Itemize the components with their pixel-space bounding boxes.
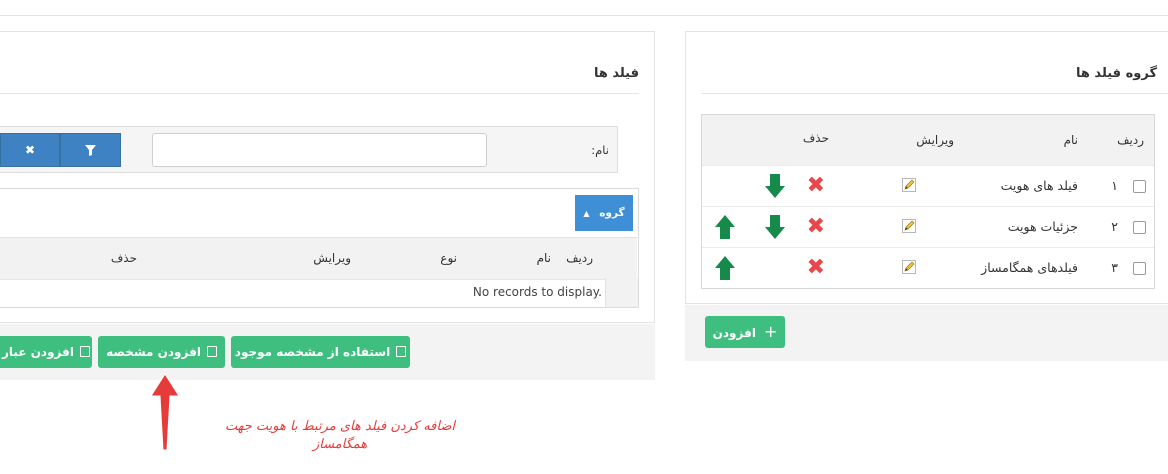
add-property-button[interactable]: افزودن مشخصه	[98, 336, 225, 368]
caret-up-icon: ▲	[583, 209, 590, 218]
header-row-number[interactable]: ردیف	[1117, 121, 1144, 159]
filter-bar: نام: ✖	[0, 126, 618, 173]
table-row[interactable]: ۳ فیلدهای همگامساز ✖	[702, 247, 1154, 289]
row-name: فیلد های هویت	[1000, 178, 1078, 193]
add-property-label: افزودن مشخصه	[106, 345, 201, 359]
document-icon	[396, 346, 407, 357]
delete-icon[interactable]: ✖	[807, 175, 825, 197]
edit-icon[interactable]	[902, 219, 916, 233]
name-filter-input[interactable]	[152, 133, 487, 167]
clear-filter-button[interactable]: ✖	[0, 133, 60, 167]
no-records-message: No records to display.	[472, 285, 602, 299]
add-expression-label: افزودن عبار	[2, 345, 74, 359]
fields-title: فیلد ها	[593, 66, 639, 81]
header-delete: حذف	[802, 131, 829, 145]
header-delete: حذف	[110, 251, 137, 265]
arrow-up-icon[interactable]	[714, 214, 736, 240]
group-toggle-button[interactable]: گروه ▲	[575, 195, 633, 231]
row-checkbox[interactable]	[1133, 221, 1146, 234]
field-groups-footer: + افزودن	[685, 305, 1168, 361]
plus-icon: +	[763, 322, 778, 341]
table-row[interactable]: ۲ جزئیات هویت ✖	[702, 206, 1154, 248]
row-checkbox[interactable]	[1133, 262, 1146, 275]
arrow-up-icon[interactable]	[714, 255, 736, 281]
header-edit: ویرایش	[313, 251, 351, 265]
annotation-note: اضافه کردن فیلد های مرتبط با هویت جهت هم…	[190, 418, 490, 454]
header-row-number[interactable]: ردیف	[566, 239, 593, 277]
delete-icon[interactable]: ✖	[807, 216, 825, 238]
title-divider	[0, 93, 639, 94]
arrow-down-icon[interactable]	[764, 214, 786, 240]
row-number: ۲	[1111, 219, 1118, 234]
annotation-arrow-icon	[150, 373, 180, 451]
annotation-line-1: اضافه کردن فیلد های مرتبط با هویت جهت	[224, 419, 456, 434]
top-bar	[0, 0, 1168, 16]
row-number: ۳	[1111, 260, 1118, 275]
grid-header: ردیف نام ویرایش حذف	[702, 115, 1154, 166]
title-divider	[701, 93, 1168, 94]
arrow-down-icon[interactable]	[764, 173, 786, 199]
edit-icon[interactable]	[902, 260, 916, 274]
close-icon: ✖	[24, 143, 36, 157]
use-existing-label: استفاده از مشخصه موجود	[234, 345, 391, 359]
add-expression-button[interactable]: افزودن عبار	[0, 336, 92, 368]
fields-grid: گروه ▲ ردیف نام نوع ویرایش حذف No record…	[0, 188, 639, 308]
delete-icon[interactable]: ✖	[807, 257, 825, 279]
fields-grid-header: ردیف نام نوع ویرایش حذف	[0, 237, 637, 280]
group-label: گروه	[599, 207, 625, 219]
use-existing-property-button[interactable]: استفاده از مشخصه موجود	[231, 336, 410, 368]
row-name: جزئیات هویت	[1007, 219, 1078, 234]
header-name[interactable]: نام	[1064, 121, 1078, 159]
table-row[interactable]: ۱ فیلد های هویت ✖	[702, 165, 1154, 207]
field-groups-grid: ردیف نام ویرایش حذف ۱ فیلد های هویت ✖ ۲ …	[701, 114, 1155, 289]
add-group-label: افزودن	[712, 326, 756, 340]
grid-row-gutter	[605, 278, 638, 307]
row-name: فیلدهای همگامساز	[981, 260, 1078, 275]
edit-icon[interactable]	[902, 178, 916, 192]
header-type[interactable]: نوع	[440, 239, 457, 277]
apply-filter-button[interactable]	[60, 133, 121, 167]
filter-name-label: نام:	[591, 143, 609, 157]
annotation-line-2: همگامساز	[312, 437, 368, 452]
add-group-button[interactable]: + افزودن	[705, 316, 785, 348]
edit-document-icon	[79, 346, 90, 357]
filter-icon	[85, 145, 96, 156]
field-groups-title: گروه فیلد ها	[1076, 66, 1157, 81]
field-groups-panel: گروه فیلد ها ردیف نام ویرایش حذف ۱ فیلد …	[685, 31, 1168, 304]
fields-footer: استفاده از مشخصه موجود افزودن مشخصه افزو…	[0, 324, 655, 380]
document-icon	[206, 346, 217, 357]
header-name[interactable]: نام	[537, 239, 551, 277]
row-checkbox[interactable]	[1133, 180, 1146, 193]
row-number: ۱	[1111, 178, 1118, 193]
header-edit: ویرایش	[916, 133, 954, 147]
